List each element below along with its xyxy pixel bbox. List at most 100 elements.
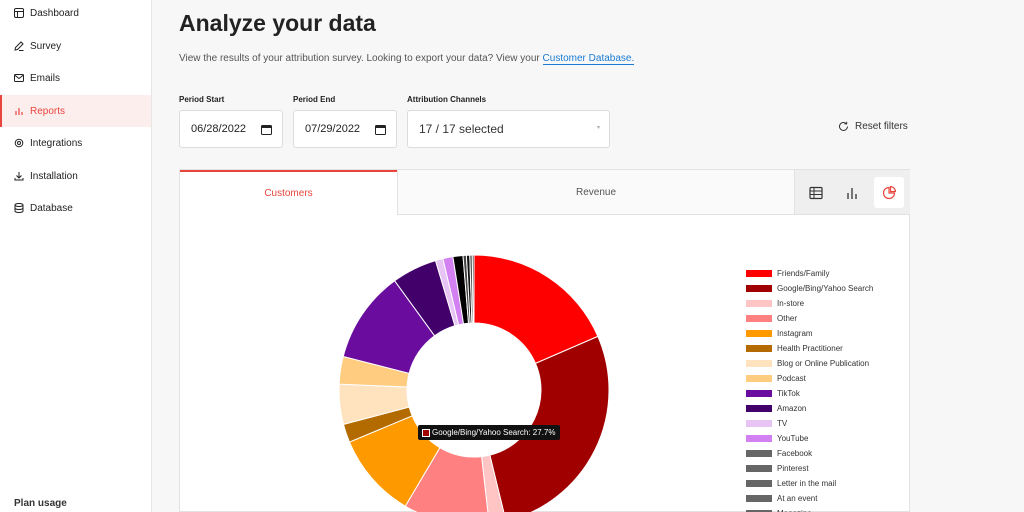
legend-item[interactable]: Google/Bing/Yahoo Search <box>746 281 873 296</box>
attribution-channels-select[interactable]: 17 / 17 selected ▾ <box>407 110 610 148</box>
sidebar-item-label: Installation <box>30 170 78 182</box>
sidebar-item-installation[interactable]: Installation <box>0 160 151 192</box>
legend-swatch <box>746 495 772 502</box>
pie-chart-view-button[interactable] <box>874 177 904 208</box>
legend-item[interactable]: Podcast <box>746 371 873 386</box>
reset-filters-button[interactable]: Reset filters <box>838 121 908 132</box>
legend-item[interactable]: Pinterest <box>746 461 873 476</box>
legend-label: Blog or Online Publication <box>777 359 870 368</box>
legend-item[interactable]: Friends/Family <box>746 266 873 281</box>
legend-item[interactable]: TikTok <box>746 386 873 401</box>
tab-revenue[interactable]: Revenue <box>397 170 794 215</box>
sidebar-item-label: Survey <box>30 40 62 52</box>
legend-item[interactable]: Facebook <box>746 446 873 461</box>
legend-label: TikTok <box>777 389 800 398</box>
legend-swatch <box>746 300 772 307</box>
channels-selected-value: 17 / 17 selected <box>419 122 504 136</box>
report-panel: Customers Revenue Google/Bing/Yahoo Sear… <box>179 169 910 512</box>
legend-label: Podcast <box>777 374 806 383</box>
database-icon <box>14 203 24 213</box>
legend-swatch <box>746 270 772 277</box>
period-end-label: Period End <box>293 95 336 104</box>
legend-swatch <box>746 480 772 487</box>
legend-swatch <box>746 330 772 337</box>
period-end-input[interactable]: 07/29/2022 <box>293 110 397 148</box>
table-icon <box>809 186 823 199</box>
legend-swatch <box>746 435 772 442</box>
legend-label: Amazon <box>777 404 807 413</box>
pie-slice-16[interactable] <box>471 254 475 324</box>
legend-label: Facebook <box>777 449 813 458</box>
calendar-icon[interactable] <box>375 124 386 135</box>
legend-swatch <box>746 360 772 367</box>
page-title: Analyze your data <box>179 10 376 36</box>
sidebar-item-label: Reports <box>30 105 66 117</box>
tooltip-swatch <box>422 428 430 437</box>
legend-item[interactable]: In-store <box>746 296 873 311</box>
period-end-value: 07/29/2022 <box>305 123 361 135</box>
legend-label: Google/Bing/Yahoo Search <box>777 284 874 293</box>
sidebar-item-integrations[interactable]: Integrations <box>0 127 151 159</box>
pie-chart-icon <box>882 185 896 199</box>
legend-swatch <box>746 375 772 382</box>
legend-swatch <box>746 285 772 292</box>
period-start-label: Period Start <box>179 95 225 104</box>
chart-tooltip: Google/Bing/Yahoo Search: 27.7% <box>418 425 560 440</box>
legend-item[interactable]: At an event <box>746 491 873 506</box>
sidebar-item-label: Database <box>30 202 73 214</box>
legend-item[interactable]: Health Practitioner <box>746 341 873 356</box>
donut-chart <box>338 254 610 512</box>
legend-label: At an event <box>777 494 818 503</box>
sidebar-item-survey[interactable]: Survey <box>0 30 151 62</box>
layout-icon <box>14 8 24 18</box>
legend-item[interactable]: Instagram <box>746 326 873 341</box>
legend-label: TV <box>777 419 788 428</box>
tab-customers[interactable]: Customers <box>180 170 397 215</box>
legend-item[interactable]: Letter in the mail <box>746 476 873 491</box>
legend-item[interactable]: YouTube <box>746 431 873 446</box>
sidebar: Dashboard Survey Emails Reports Integrat… <box>0 0 152 512</box>
legend-swatch <box>746 450 772 457</box>
legend-item[interactable]: TV <box>746 416 873 431</box>
attribution-channels-label: Attribution Channels <box>407 95 487 104</box>
period-start-value: 06/28/2022 <box>191 123 247 135</box>
legend-swatch <box>746 405 772 412</box>
legend-item[interactable]: Other <box>746 311 873 326</box>
bar-chart-icon <box>14 106 24 116</box>
sidebar-item-label: Emails <box>30 72 61 84</box>
legend-label: YouTube <box>777 434 809 443</box>
sidebar-item-dashboard[interactable]: Dashboard <box>0 0 151 29</box>
table-view-button[interactable] <box>801 177 831 208</box>
legend-label: Friends/Family <box>777 269 830 278</box>
period-start-input[interactable]: 06/28/2022 <box>179 110 283 148</box>
sidebar-item-label: Integrations <box>30 137 83 149</box>
subtitle-text: View the results of your attribution sur… <box>179 53 543 64</box>
customer-database-link[interactable]: Customer Database. <box>542 53 635 65</box>
mail-icon <box>14 73 24 83</box>
calendar-icon[interactable] <box>261 124 272 135</box>
legend-swatch <box>746 315 772 322</box>
download-icon <box>14 171 24 181</box>
legend-label: Letter in the mail <box>777 479 837 488</box>
legend-item[interactable]: Magazine <box>746 506 873 512</box>
sidebar-item-emails[interactable]: Emails <box>0 62 151 94</box>
sidebar-item-reports[interactable]: Reports <box>0 95 151 127</box>
legend-label: Other <box>777 314 798 323</box>
legend-label: Health Practitioner <box>777 344 843 353</box>
bar-chart-icon <box>847 187 857 199</box>
sidebar-item-database[interactable]: Database <box>0 192 151 224</box>
legend-item[interactable]: Blog or Online Publication <box>746 356 873 371</box>
legend-swatch <box>746 420 772 427</box>
refresh-icon <box>839 121 848 131</box>
pencil-icon <box>14 41 24 51</box>
tooltip-text: Google/Bing/Yahoo Search: 27.7% <box>432 428 556 437</box>
bar-chart-view-button[interactable] <box>837 177 867 208</box>
reset-filters-label: Reset filters <box>855 121 908 132</box>
chevron-down-icon: ▾ <box>596 125 600 131</box>
chart-legend: Friends/Family Google/Bing/Yahoo Search In… <box>746 266 873 512</box>
legend-swatch <box>746 345 772 352</box>
gear-icon <box>14 138 24 148</box>
legend-item[interactable]: Amazon <box>746 401 873 416</box>
plan-usage-label: Plan usage <box>14 498 67 509</box>
legend-swatch <box>746 465 772 472</box>
